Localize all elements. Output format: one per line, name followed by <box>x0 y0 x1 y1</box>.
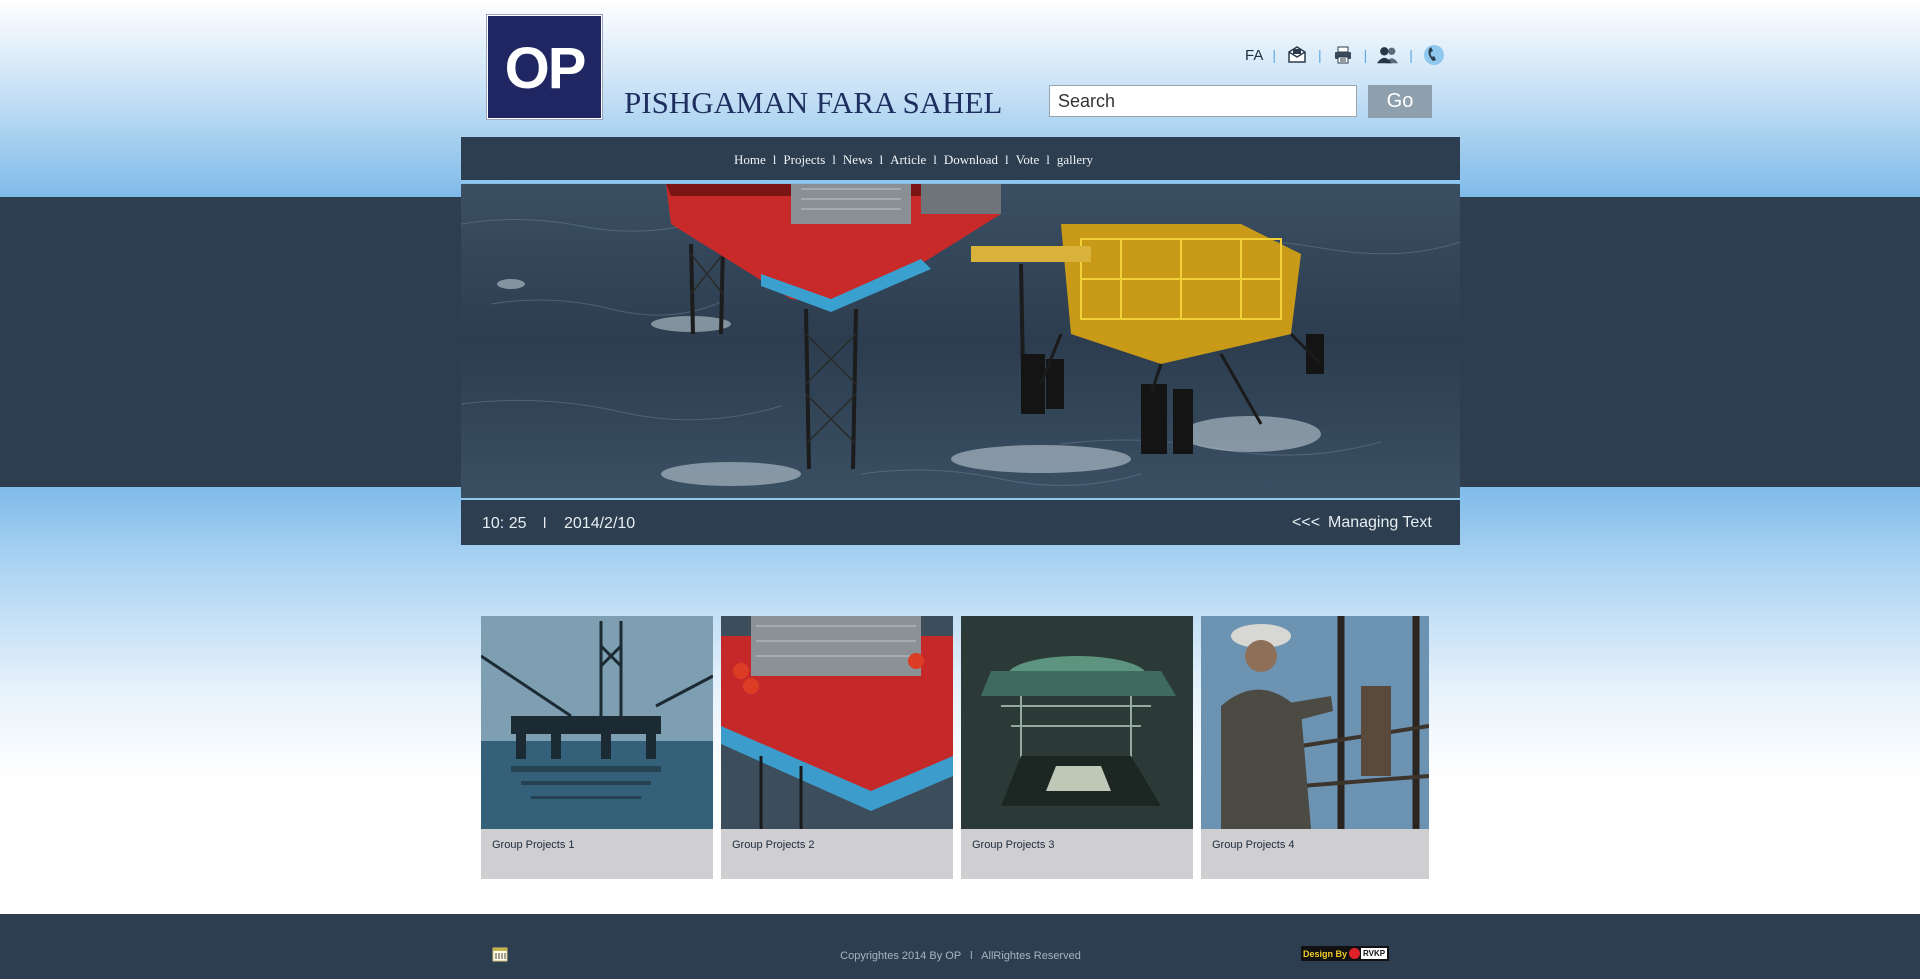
project-image-4[interactable] <box>1201 616 1429 829</box>
designer-logo-icon <box>1349 948 1361 959</box>
nav-separator: l <box>879 152 884 167</box>
nav-item-gallery[interactable]: gallery <box>1057 152 1093 167</box>
project-card-2[interactable]: Group Projects 2 <box>721 616 953 879</box>
nav-separator: l <box>772 152 777 167</box>
nav-item-download[interactable]: Download <box>944 152 998 167</box>
current-date: 2014/2/10 <box>564 515 636 532</box>
design-by-label: Design By <box>1303 948 1348 959</box>
nav-item-news[interactable]: News <box>843 152 873 167</box>
nav-item-article[interactable]: Article <box>890 152 926 167</box>
project-caption-1[interactable]: Group Projects 1 <box>492 839 575 851</box>
project-caption-2[interactable]: Group Projects 2 <box>732 839 815 851</box>
top-link-separator: | <box>1363 47 1368 63</box>
nav-item-vote[interactable]: Vote <box>1016 152 1040 167</box>
top-link-separator: | <box>1272 47 1276 63</box>
nav-separator: l <box>832 152 836 167</box>
nav-separator: l <box>933 152 937 167</box>
design-by-badge[interactable]: Design By RVKP <box>1301 946 1390 961</box>
print-icon[interactable] <box>1331 43 1355 67</box>
message-icon[interactable] <box>1285 43 1309 67</box>
nav-separator: l <box>1005 152 1009 167</box>
hero-banner <box>461 184 1460 500</box>
offshore-platform-image <box>461 184 1460 498</box>
project-caption-3[interactable]: Group Projects 3 <box>972 839 1055 851</box>
logo-text: OP <box>504 36 587 101</box>
search-input[interactable] <box>1049 85 1357 117</box>
nav-item-home[interactable]: Home <box>734 152 766 167</box>
phone-icon[interactable] <box>1422 43 1446 67</box>
nav-separator: l <box>1046 152 1050 167</box>
info-bar: 10: 25 l 2014/2/10 <<< Managing Text <box>461 500 1460 545</box>
project-caption-4[interactable]: Group Projects 4 <box>1212 839 1295 851</box>
page-container: OP PISHGAMAN FARA SAHEL FA | | | | Go Ho… <box>461 0 1460 979</box>
project-image-1[interactable] <box>481 616 713 829</box>
project-image-3[interactable] <box>961 616 1193 829</box>
ticker-arrows[interactable]: <<< <box>1292 514 1320 532</box>
logo[interactable]: OP <box>486 14 603 120</box>
top-link-separator: | <box>1409 47 1413 63</box>
project-image-2[interactable] <box>721 616 953 829</box>
users-icon[interactable] <box>1376 43 1400 67</box>
managing-text[interactable]: Managing Text <box>1328 514 1432 532</box>
nav-menu: Home l Projects l News l Article l Download l Vote… <box>734 152 1093 168</box>
top-links: FA | | | | <box>1245 42 1446 68</box>
info-separator: l <box>543 515 547 532</box>
current-time: 10: 25 <box>482 515 527 532</box>
project-card-3[interactable]: Group Projects 3 <box>961 616 1193 879</box>
project-card-4[interactable]: Group Projects 4 <box>1201 616 1429 879</box>
top-link-separator: | <box>1317 47 1322 63</box>
designer-name: RVKP <box>1361 948 1388 959</box>
site-title: PISHGAMAN FARA SAHEL <box>624 85 1003 120</box>
nav-item-projects[interactable]: Projects <box>783 152 825 167</box>
language-link[interactable]: FA <box>1245 47 1263 64</box>
main-navbar: Home l Projects l News l Article l Download l Vote… <box>461 137 1460 183</box>
project-card-1[interactable]: Group Projects 1 <box>481 616 713 879</box>
search-go-button[interactable]: Go <box>1368 85 1432 118</box>
